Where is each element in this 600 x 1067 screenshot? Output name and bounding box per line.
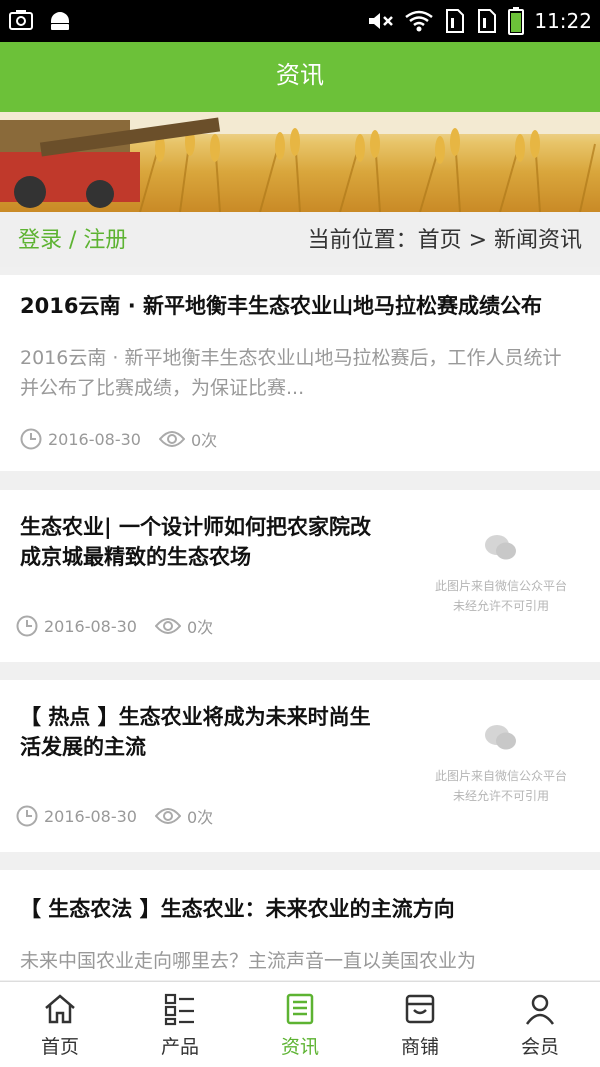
wifi-icon [405,10,434,32]
login-register-link[interactable]: 登录 / 注册 [18,222,127,254]
list-icon [164,993,194,1026]
article-title[interactable]: 生态农业| 一个设计师如何把农家院改成京城最精致的生态农场 [20,512,390,572]
article-title[interactable]: 【 生态农法 】生态农业：未来农业的主流方向 [20,894,580,924]
article-views: 0次 [186,618,214,637]
nav-item-member[interactable]: 会员 [480,982,600,1067]
wheat-field-banner [0,112,600,212]
article-summary: 2016云南 · 新平地衡丰生态农业山地马拉松赛后，工作人员统计并公布了比赛成绩… [20,347,562,399]
clock: 11:22 [534,9,592,33]
article-card[interactable]: 2016云南 · 新平地衡丰生态农业山地马拉松赛成绩公布 2016云南 · 新平… [0,275,600,471]
nav-item-home[interactable]: 首页 [0,982,120,1067]
clock-icon [16,615,38,637]
clock-icon [20,428,42,450]
thumbnail-caption: 此图片来自微信公众平台 [434,769,567,783]
article-views: 0次 [190,431,218,450]
thumbnail-caption: 此图片来自微信公众平台 [434,579,567,593]
article-date: 2016-08-30 [44,806,137,826]
eye-icon [154,617,181,635]
nav-item-stores[interactable]: 商铺 [360,982,480,1067]
screenshot-icon [9,10,33,30]
page-title: 资讯 [276,61,324,89]
article-meta: 2016-08-30 0次 [16,804,213,828]
article-summary: 未来中国农业走向哪里去？主流声音一直以美国农业为 [20,950,477,972]
nav-label: 会员 [520,1036,559,1058]
article-title[interactable]: 【 热点 】生态农业将成为未来时尚生活发展的主流 [20,702,390,762]
eye-icon [158,430,185,448]
sim2-icon [478,9,497,33]
app-header: 资讯 [0,42,600,112]
bottom-nav: 首页 产品 资讯 商铺 会员 [0,981,600,1067]
article-date: 2016-08-30 [48,429,141,449]
nav-label: 资讯 [280,1036,319,1058]
battery-icon [508,7,525,35]
article-views: 0次 [186,808,214,827]
wechat-icon [485,535,516,560]
nav-item-products[interactable]: 产品 [120,982,240,1067]
article-meta: 2016-08-30 0次 [20,427,217,451]
home-icon [45,994,75,1024]
store-icon [405,994,435,1024]
thumbnail-caption: 未经允许不可引用 [452,599,549,613]
article-date: 2016-08-30 [44,616,137,636]
article-meta: 2016-08-30 0次 [16,614,213,638]
user-icon [525,994,555,1025]
nav-label: 商铺 [400,1036,439,1058]
sim1-icon [446,9,465,33]
banner-illustration [0,112,600,212]
thumbnail-caption: 未经允许不可引用 [452,789,549,803]
article-thumbnail[interactable]: 此图片来自微信公众平台 未经允许不可引用 [416,700,586,830]
eye-icon [154,807,181,825]
news-icon [286,993,314,1025]
article-card[interactable]: 【 热点 】生态农业将成为未来时尚生活发展的主流 2016-08-30 0次 此… [0,680,600,852]
android-icon [51,12,69,30]
article-title[interactable]: 2016云南 · 新平地衡丰生态农业山地马拉松赛成绩公布 [20,291,580,321]
breadcrumb-bar: 登录 / 注册 当前位置：首页 > 新闻资讯 [0,212,600,267]
nav-label: 产品 [160,1036,199,1058]
status-bar: 11:22 [0,0,600,42]
mute-icon [369,13,394,29]
nav-label: 首页 [40,1036,79,1058]
breadcrumb: 当前位置：首页 > 新闻资讯 [307,228,582,253]
article-card[interactable]: 生态农业| 一个设计师如何把农家院改成京城最精致的生态农场 2016-08-30… [0,490,600,662]
clock-icon [16,805,38,827]
nav-item-news[interactable]: 资讯 [240,982,360,1067]
article-card[interactable]: 【 生态农法 】生态农业：未来农业的主流方向 未来中国农业走向哪里去？主流声音一… [0,870,600,980]
wechat-icon [485,725,516,750]
article-thumbnail[interactable]: 此图片来自微信公众平台 未经允许不可引用 [416,510,586,640]
